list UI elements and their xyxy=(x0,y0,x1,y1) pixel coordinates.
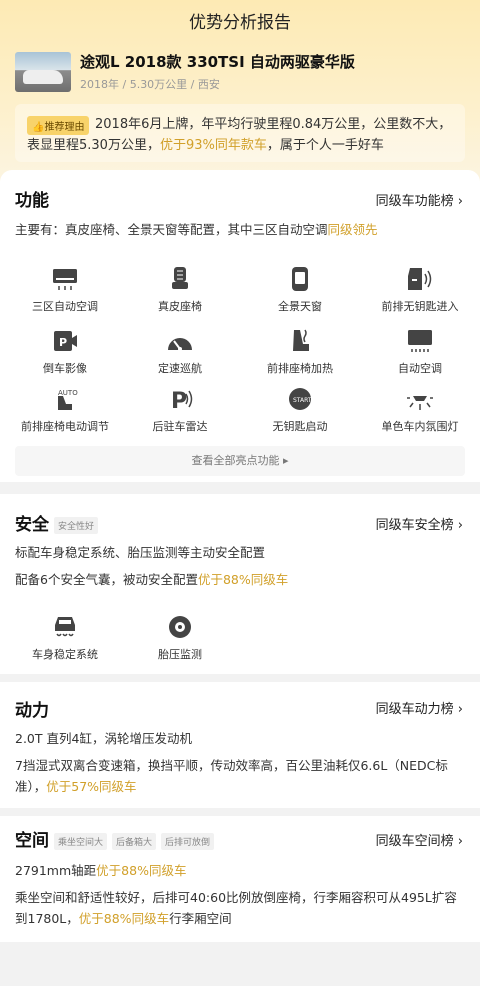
safety-rank-link[interactable]: 同级车安全榜 › xyxy=(376,514,463,533)
space-line-2-highlight: 优于88%同级车 xyxy=(78,911,170,926)
car-name: 途观L 2018款 330TSI 自动两驱豪华版 xyxy=(80,53,355,71)
safety-line-2-highlight: 优于88%同级车 xyxy=(197,572,289,587)
panoramic-sunroof-icon xyxy=(292,267,308,291)
feature-label: 后驻车雷达 xyxy=(152,420,208,433)
space-tag: 后排可放倒 xyxy=(161,832,215,850)
power-line-2-highlight: 优于57%同级车 xyxy=(46,779,137,794)
feature-label: 前排座椅加热 xyxy=(267,362,333,375)
feature-label: 三区自动空调 xyxy=(32,300,98,313)
svg-text:P: P xyxy=(59,336,67,349)
feature-item[interactable]: 胎压监测 xyxy=(120,614,240,662)
safety-tag: 安全性好 xyxy=(54,516,99,534)
recommend-badge: 👍推荐理由 xyxy=(27,116,90,135)
car-meta: 2018年 / 5.30万公里 / 西安 xyxy=(80,78,220,91)
car-thumbnail[interactable] xyxy=(15,52,71,92)
feature-item[interactable]: 全景天窗 xyxy=(240,266,360,314)
safety-title-text: 安全 xyxy=(15,515,49,535)
feature-label: 定速巡航 xyxy=(158,362,202,375)
parking-radar-icon: P xyxy=(171,389,193,412)
feature-label: 无钥匙启动 xyxy=(272,420,328,433)
space-line-1-text: 2791mm轴距 xyxy=(15,863,97,878)
safety-section: 安全 安全性好 同级车安全榜 › 标配车身稳定系统、胎压监测等主动安全配置 配备6… xyxy=(0,494,480,674)
keyless-start-icon: START xyxy=(289,388,312,410)
feature-item[interactable]: START 无钥匙启动 xyxy=(240,386,360,434)
cruise-control-icon xyxy=(168,338,192,351)
feature-item[interactable]: P 倒车影像 xyxy=(5,328,125,376)
recommend-box: 2018年6月上牌，年平均行驶里程0.84万公里，公里数不大，表显里程5.30万… xyxy=(15,104,465,162)
recommend-text-b: ，属于个人一手好车 xyxy=(266,138,384,153)
safety-line-2-text: 配备6个安全气囊，被动安全配置 xyxy=(15,572,198,587)
feature-label: 胎压监测 xyxy=(158,648,202,661)
feature-item[interactable]: 车身稳定系统 xyxy=(5,614,125,662)
feature-label: 真皮座椅 xyxy=(158,300,202,313)
view-all-features-button[interactable]: 查看全部亮点功能 ▸ xyxy=(15,446,465,476)
space-section: 空间 乘坐空间大 后备箱大 后排可放倒 同级车空间榜 › 2791mm轴距优于88%同… xyxy=(0,816,480,942)
seat-heating-icon xyxy=(293,329,309,351)
keyless-entry-icon xyxy=(408,268,432,290)
svg-text:START: START xyxy=(293,397,312,404)
power-section: 动力 同级车动力榜 › 2.0T 直列4缸，涡轮增压发动机 7挡湿式双离合变速箱… xyxy=(0,682,480,808)
space-line-1-highlight: 优于88%同级车 xyxy=(96,863,187,878)
safety-line-1: 标配车身稳定系统、胎压监测等主动安全配置 xyxy=(15,545,266,560)
safety-title: 安全 安全性好 xyxy=(15,510,99,535)
feature-item[interactable]: 定速巡航 xyxy=(120,328,240,376)
function-summary-text: 主要有：真皮座椅、全景天窗等配置，其中三区自动空调 xyxy=(15,222,328,237)
tire-pressure-icon xyxy=(169,616,191,638)
car-image-shape xyxy=(23,70,63,84)
recommend-text: 2018年6月上牌，年平均行驶里程0.84万公里，公里数不大，表显里程5.30万… xyxy=(27,114,459,156)
feature-label: 单色车内氛围灯 xyxy=(381,420,459,433)
feature-item[interactable]: 单色车内氛围灯 xyxy=(360,386,480,434)
feature-label: 自动空调 xyxy=(398,362,442,375)
function-summary: 主要有：真皮座椅、全景天窗等配置，其中三区自动空调同级领先 xyxy=(15,219,465,240)
power-line-1: 2.0T 直列4缸，涡轮增压发动机 xyxy=(15,731,192,746)
feature-item[interactable]: 真皮座椅 xyxy=(120,266,240,314)
feature-label: 前排无钥匙进入 xyxy=(381,300,459,313)
recommend-highlight: 优于93%同年款车 xyxy=(159,138,267,153)
space-line-1: 2791mm轴距优于88%同级车 xyxy=(15,860,465,881)
svg-text:P: P xyxy=(171,389,187,412)
power-rank-link[interactable]: 同级车动力榜 › xyxy=(376,698,463,717)
feature-label: 全景天窗 xyxy=(278,300,322,313)
feature-item[interactable]: 三区自动空调 xyxy=(5,266,125,314)
space-rank-link[interactable]: 同级车空间榜 › xyxy=(376,830,463,849)
space-line-2-tail: 行李厢空间 xyxy=(169,911,232,926)
auto-ac-icon xyxy=(408,330,432,352)
feature-label: 倒车影像 xyxy=(43,362,87,375)
function-title: 功能 xyxy=(15,191,49,211)
power-seat-icon: AUTO xyxy=(58,389,78,410)
feature-item[interactable]: 自动空调 xyxy=(360,328,480,376)
page-title: 优势分析报告 xyxy=(189,13,291,33)
reverse-camera-icon: P xyxy=(54,331,77,351)
space-line-2: 乘坐空间和舒适性较好，后排可40:60比例放倒座椅，行李厢容积可从495L扩容到… xyxy=(15,887,465,929)
space-tag: 后备箱大 xyxy=(112,832,157,850)
feature-label: 前排座椅电动调节 xyxy=(21,420,109,433)
space-title: 空间 乘坐空间大 后备箱大 后排可放倒 xyxy=(15,826,215,851)
safety-line-2: 配备6个安全气囊，被动安全配置优于88%同级车 xyxy=(15,569,465,590)
feature-item[interactable]: 前排无钥匙进入 xyxy=(360,266,480,314)
ambient-light-icon xyxy=(407,396,433,410)
feature-item[interactable]: P 后驻车雷达 xyxy=(120,386,240,434)
space-tag: 乘坐空间大 xyxy=(54,832,108,850)
leather-seat-icon xyxy=(172,267,188,289)
function-rank-link[interactable]: 同级车功能榜 › xyxy=(376,190,463,209)
svg-text:AUTO: AUTO xyxy=(58,389,78,397)
air-conditioner-icon xyxy=(53,269,77,290)
feature-item[interactable]: AUTO 前排座椅电动调节 xyxy=(5,386,125,434)
space-title-text: 空间 xyxy=(15,831,49,851)
function-summary-highlight: 同级领先 xyxy=(327,222,378,237)
power-line-2: 7挡湿式双离合变速箱，换挡平顺，传动效率高，百公里油耗仅6.6L（NEDC标准）… xyxy=(15,755,465,797)
stability-control-icon xyxy=(55,617,75,637)
feature-item[interactable]: 前排座椅加热 xyxy=(240,328,360,376)
recommend-badge-label: 推荐理由 xyxy=(44,122,85,133)
thumbs-up-icon: 👍 xyxy=(32,122,45,133)
power-title: 动力 xyxy=(15,701,49,721)
feature-label: 车身稳定系统 xyxy=(32,648,98,661)
function-section: 功能 同级车功能榜 › 主要有：真皮座椅、全景天窗等配置，其中三区自动空调同级领… xyxy=(0,170,480,482)
